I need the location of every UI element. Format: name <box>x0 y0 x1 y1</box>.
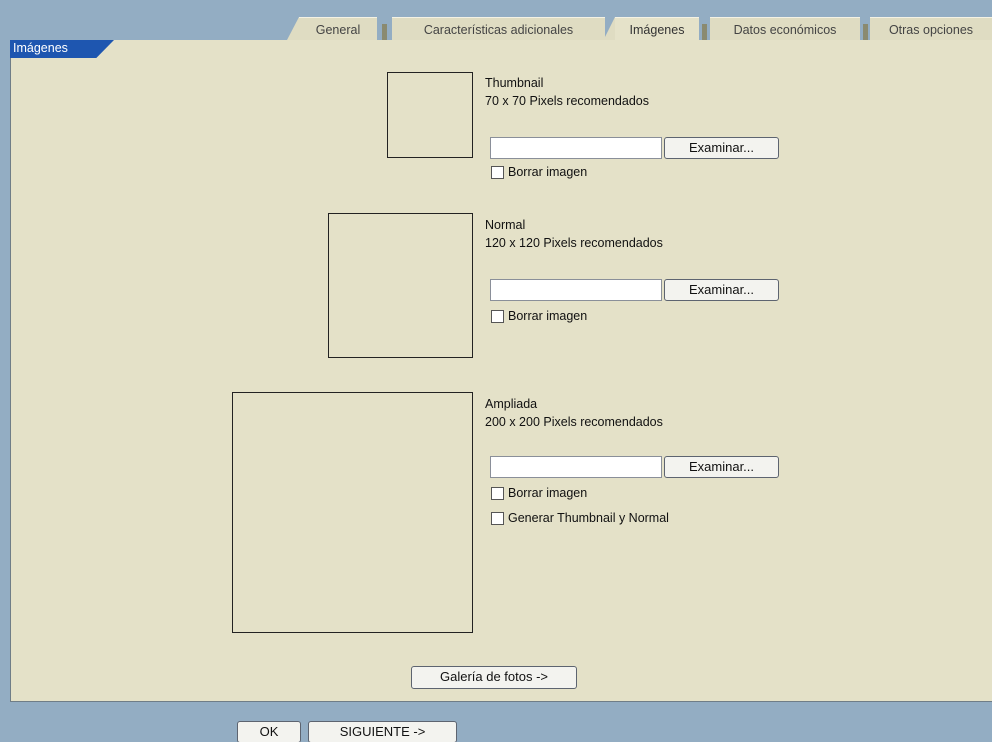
tab-separator <box>863 24 868 40</box>
normal-browse-button[interactable]: Examinar... <box>664 279 779 301</box>
thumbnail-file-input[interactable] <box>490 137 662 159</box>
normal-title: Normal <box>485 218 526 232</box>
tab-datos-economicos[interactable]: Datos económicos <box>710 17 860 40</box>
normal-recommended: 120 x 120 Pixels recomendados <box>485 236 663 250</box>
generate-thumbnail-normal-label: Generar Thumbnail y Normal <box>508 511 669 525</box>
thumbnail-delete-label: Borrar imagen <box>508 165 588 179</box>
tab-imagenes[interactable]: Imágenes <box>615 17 699 41</box>
tab-separator <box>382 24 387 40</box>
thumbnail-delete-checkbox[interactable] <box>491 166 504 179</box>
thumbnail-recommended: 70 x 70 Pixels recomendados <box>485 94 649 108</box>
thumbnail-preview <box>387 72 473 158</box>
product-editor-window: General Características adicionales Imág… <box>0 0 992 742</box>
ampliada-preview <box>232 392 473 633</box>
section-label: Imágenes <box>10 40 114 58</box>
normal-preview <box>328 213 473 358</box>
thumbnail-title: Thumbnail <box>485 76 544 90</box>
normal-file-input[interactable] <box>490 279 662 301</box>
normal-delete-label: Borrar imagen <box>508 309 588 323</box>
tab-corner <box>287 17 299 40</box>
ampliada-browse-button[interactable]: Examinar... <box>664 456 779 478</box>
normal-delete-checkbox[interactable] <box>491 310 504 323</box>
photo-gallery-button[interactable]: Galería de fotos -> <box>411 666 577 689</box>
tab-separator <box>702 24 707 40</box>
ampliada-delete-label: Borrar imagen <box>508 486 588 500</box>
tab-general[interactable]: General <box>299 17 377 40</box>
generate-thumbnail-normal-checkbox[interactable] <box>491 512 504 525</box>
tab-caracteristicas-adicionales[interactable]: Características adicionales <box>392 17 605 40</box>
tab-corner <box>603 17 615 41</box>
ampliada-title: Ampliada <box>485 397 538 411</box>
ok-button[interactable]: OK <box>237 721 301 742</box>
tab-otras-opciones[interactable]: Otras opciones <box>870 17 992 40</box>
ampliada-recommended: 200 x 200 Pixels recomendados <box>485 415 663 429</box>
ampliada-delete-checkbox[interactable] <box>491 487 504 500</box>
thumbnail-browse-button[interactable]: Examinar... <box>664 137 779 159</box>
ampliada-file-input[interactable] <box>490 456 662 478</box>
next-button[interactable]: SIGUIENTE -> <box>308 721 457 742</box>
